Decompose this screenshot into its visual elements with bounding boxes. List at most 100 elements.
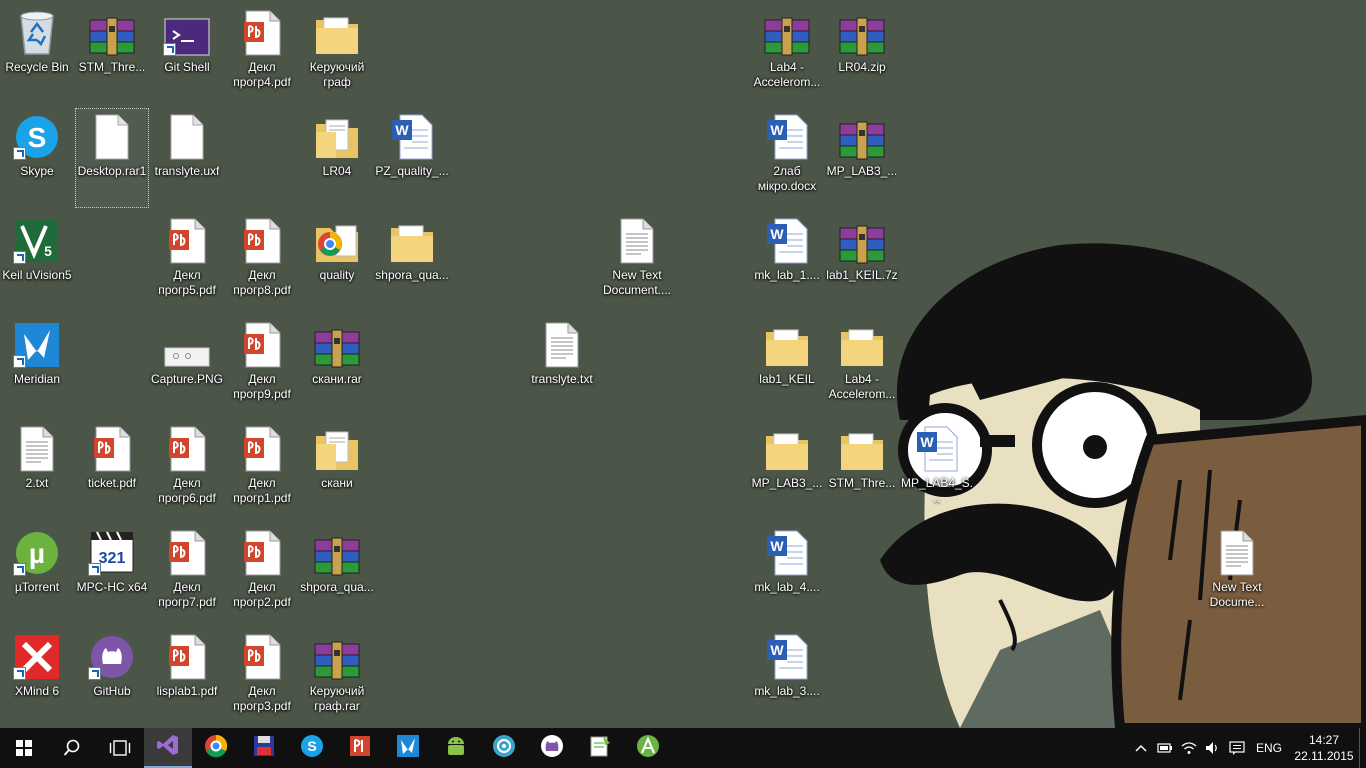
desktop[interactable]: Recycle Bin STM_Thre... Git Shell Декл п… bbox=[0, 0, 1366, 728]
taskbar-app-button[interactable] bbox=[336, 728, 384, 768]
desktop-icon[interactable]: Capture.PNG bbox=[150, 316, 224, 416]
rar-icon bbox=[313, 320, 361, 368]
desktop-icon-label: Lab4 - Accelerom... bbox=[753, 60, 821, 89]
show-desktop-button[interactable] bbox=[1359, 728, 1366, 768]
desktop-icon[interactable]: Декл прогр6.pdf bbox=[150, 420, 224, 520]
desktop-icon-label: Lab4 - Accelerom... bbox=[828, 372, 896, 401]
desktop-icon[interactable]: shpora_qua... bbox=[300, 524, 374, 624]
battery-icon bbox=[1157, 743, 1172, 753]
taskbar-app-button[interactable] bbox=[528, 728, 576, 768]
desktop-icon[interactable]: Wmk_lab_4.... bbox=[750, 524, 824, 624]
word-icon: W bbox=[763, 632, 811, 680]
desktop-icon[interactable]: Декл прогр8.pdf bbox=[225, 212, 299, 312]
clock-date: 22.11.2015 bbox=[1294, 749, 1354, 763]
svg-text:S: S bbox=[28, 122, 47, 153]
floppy-app-icon bbox=[252, 734, 276, 763]
taskbar-app-button[interactable] bbox=[192, 728, 240, 768]
clock[interactable]: 14:27 22.11.2015 bbox=[1289, 732, 1359, 764]
desktop-icon[interactable]: Декл прогр9.pdf bbox=[225, 316, 299, 416]
rar-icon bbox=[313, 632, 361, 680]
desktop-icon[interactable]: Декл прогр3.pdf bbox=[225, 628, 299, 728]
txt-icon bbox=[538, 320, 586, 368]
desktop-icon[interactable]: Декл прогр1.pdf bbox=[225, 420, 299, 520]
taskbar-app-button[interactable] bbox=[384, 728, 432, 768]
desktop-icon[interactable]: 321 MPC-HC x64 bbox=[75, 524, 149, 624]
desktop-icon[interactable]: shpora_qua... bbox=[375, 212, 449, 312]
desktop-icon[interactable]: Керуючий граф bbox=[300, 4, 374, 104]
desktop-icon[interactable]: XMind 6 bbox=[0, 628, 74, 728]
recycle-icon bbox=[13, 8, 61, 56]
taskbar-app-button[interactable] bbox=[480, 728, 528, 768]
desktop-icon[interactable]: MP_LAB3_... bbox=[750, 420, 824, 520]
blank-icon bbox=[163, 112, 211, 160]
desktop-icon[interactable]: 2.txt bbox=[0, 420, 74, 520]
desktop-icon[interactable]: quality bbox=[300, 212, 374, 312]
clock-time: 14:27 bbox=[1308, 733, 1340, 747]
taskbar: S ENG 14:27 22.11.2015 bbox=[0, 728, 1366, 768]
desktop-icon[interactable]: скани bbox=[300, 420, 374, 520]
desktop-icon[interactable]: Lab4 - Accelerom... bbox=[825, 316, 899, 416]
desktop-icon[interactable]: LR04 bbox=[300, 108, 374, 208]
volume-button[interactable] bbox=[1201, 728, 1225, 768]
desktop-icon[interactable]: W PZ_quality_... bbox=[375, 108, 449, 208]
language-indicator[interactable]: ENG bbox=[1249, 741, 1289, 755]
desktop-icon[interactable]: LR04.zip bbox=[825, 4, 899, 104]
taskbar-app-button[interactable] bbox=[240, 728, 288, 768]
folder-icon bbox=[313, 8, 361, 56]
network-button[interactable] bbox=[1177, 728, 1201, 768]
desktop-icon[interactable]: Керуючий граф.rar bbox=[300, 628, 374, 728]
tray-overflow-button[interactable] bbox=[1129, 728, 1153, 768]
desktop-icon[interactable]: Wmk_lab_3.... bbox=[750, 628, 824, 728]
desktop-icon[interactable]: 5 Keil uVision5 bbox=[0, 212, 74, 312]
taskbar-app-button[interactable] bbox=[576, 728, 624, 768]
desktop-icon[interactable]: Декл прогр5.pdf bbox=[150, 212, 224, 312]
desktop-icon[interactable]: translyte.txt bbox=[525, 316, 599, 416]
svg-text:W: W bbox=[920, 434, 934, 450]
desktop-icon[interactable]: translyte.uxf bbox=[150, 108, 224, 208]
desktop-icon[interactable]: W MP_LAB4_S... bbox=[900, 420, 974, 520]
taskbar-app-button[interactable] bbox=[432, 728, 480, 768]
notepad-plus-icon bbox=[588, 734, 612, 763]
desktop-icon[interactable]: New Text Docume... bbox=[1200, 524, 1274, 624]
system-tray: ENG 14:27 22.11.2015 bbox=[1129, 728, 1366, 768]
taskbar-app-button[interactable] bbox=[144, 728, 192, 768]
search-button[interactable] bbox=[48, 728, 96, 768]
speaker-icon bbox=[1206, 742, 1217, 754]
rar-icon bbox=[838, 112, 886, 160]
desktop-icon[interactable]: STM_Thre... bbox=[825, 420, 899, 520]
desktop-icon[interactable]: Lab4 - Accelerom... bbox=[750, 4, 824, 104]
desktop-icon[interactable]: lab1_KEIL.7z bbox=[825, 212, 899, 312]
desktop-icon-label: Декл прогр5.pdf bbox=[158, 268, 216, 297]
desktop-icon[interactable]: скани.rar bbox=[300, 316, 374, 416]
desktop-icon[interactable]: Декл прогр7.pdf bbox=[150, 524, 224, 624]
desktop-icon[interactable]: Meridian bbox=[0, 316, 74, 416]
desktop-icon[interactable]: Декл прогр2.pdf bbox=[225, 524, 299, 624]
taskbar-app-button[interactable] bbox=[624, 728, 672, 768]
desktop-icon[interactable]: Recycle Bin bbox=[0, 4, 74, 104]
desktop-icon[interactable]: Wmk_lab_1.... bbox=[750, 212, 824, 312]
desktop-icon[interactable]: W 2лаб мікро.docx bbox=[750, 108, 824, 208]
desktop-icon[interactable]: Git Shell bbox=[150, 4, 224, 104]
desktop-icon[interactable]: New Text Document.... bbox=[600, 212, 674, 312]
battery-button[interactable] bbox=[1153, 728, 1177, 768]
desktop-icon[interactable]: lab1_KEIL bbox=[750, 316, 824, 416]
task-view-button[interactable] bbox=[96, 728, 144, 768]
desktop-icon[interactable]: Декл прогр4.pdf bbox=[225, 4, 299, 104]
desktop-icon-label: mk_lab_3.... bbox=[754, 684, 820, 698]
desktop-icon[interactable]: lisplab1.pdf bbox=[150, 628, 224, 728]
desktop-icon[interactable]: µ µTorrent bbox=[0, 524, 74, 624]
meridian-icon bbox=[13, 320, 61, 368]
desktop-icon[interactable]: STM_Thre... bbox=[75, 4, 149, 104]
desktop-icon[interactable]: S Skype bbox=[0, 108, 74, 208]
desktop-icon-label: Декл прогр7.pdf bbox=[158, 580, 216, 609]
action-center-button[interactable] bbox=[1225, 728, 1249, 768]
desktop-icon[interactable]: ticket.pdf bbox=[75, 420, 149, 520]
desktop-icon[interactable]: Desktop.rar1 bbox=[75, 108, 149, 208]
desktop-icon[interactable]: MP_LAB3_... bbox=[825, 108, 899, 208]
desktop-icon-label: ticket.pdf bbox=[87, 476, 137, 490]
desktop-icon-label: XMind 6 bbox=[14, 684, 60, 698]
taskbar-app-button[interactable]: S bbox=[288, 728, 336, 768]
desktop-icon[interactable]: GitHub bbox=[75, 628, 149, 728]
start-button[interactable] bbox=[0, 728, 48, 768]
txt-icon bbox=[1213, 528, 1261, 576]
